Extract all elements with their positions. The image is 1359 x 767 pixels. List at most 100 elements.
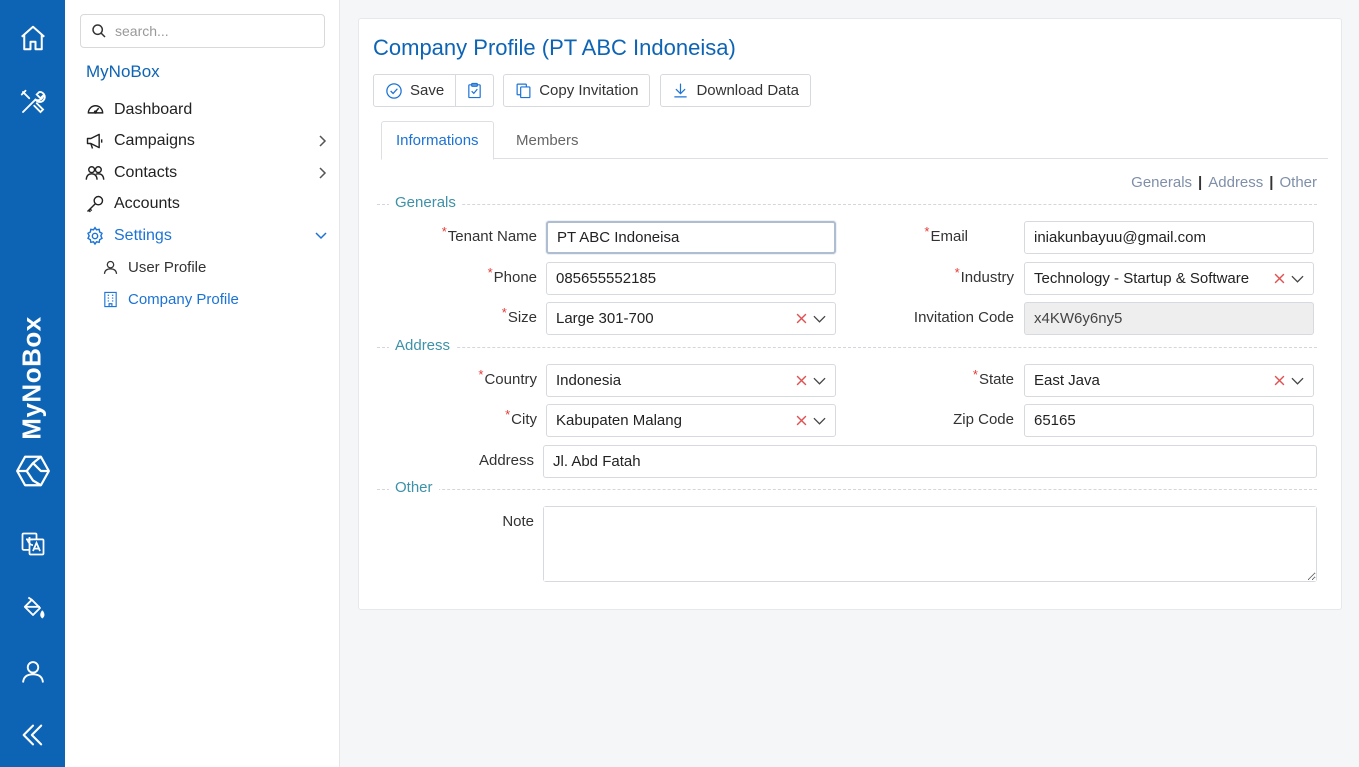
invitation-code-value: x4KW6y6ny5 (1034, 310, 1123, 327)
sidebar-item-label: Accounts (114, 195, 180, 212)
search-input[interactable] (115, 23, 315, 39)
clear-icon[interactable] (1274, 375, 1285, 386)
industry-label: *Industry (954, 265, 1014, 286)
note-textarea[interactable] (544, 507, 1316, 581)
check-circle-icon (386, 82, 402, 99)
sidebar-item-label: Campaigns (114, 132, 195, 149)
state-select[interactable]: East Java (1024, 364, 1314, 397)
tab-bar: Informations Members (381, 121, 1328, 160)
size-select[interactable]: Large 301-700 (546, 302, 836, 335)
search-box[interactable] (80, 14, 325, 48)
sidebar-item-dashboard[interactable]: Dashboard (85, 96, 330, 124)
zip-code-field[interactable] (1024, 404, 1314, 437)
sidebar-app-name: MyNoBox (86, 62, 160, 81)
company-profile-card: Company Profile (PT ABC Indoneisa) Save … (358, 18, 1342, 610)
country-select[interactable]: Indonesia (546, 364, 836, 397)
user-icon[interactable] (14, 653, 52, 691)
dashboard-icon (85, 100, 105, 120)
chevron-down-icon[interactable] (1291, 274, 1304, 284)
sidebar-subitem-user-profile[interactable]: User Profile (101, 254, 321, 280)
copy-invitation-button[interactable]: Copy Invitation (503, 74, 651, 107)
section-other: Other (377, 479, 1317, 499)
sidebar-item-settings[interactable]: Settings (85, 222, 330, 250)
chevron-down-icon[interactable] (813, 416, 826, 426)
clipboard-check-icon (468, 82, 481, 99)
building-icon (101, 290, 119, 308)
megaphone-icon (85, 131, 105, 151)
section-address: Address (377, 337, 1317, 357)
anchor-generals[interactable]: Generals (1131, 174, 1192, 191)
email-field[interactable] (1024, 221, 1314, 254)
home-icon[interactable] (14, 19, 52, 57)
anchor-other[interactable]: Other (1279, 174, 1317, 191)
tenant-name-label: *Tenant Name (441, 224, 537, 245)
gear-icon (85, 226, 105, 246)
search-icon (92, 24, 106, 38)
zip-code-label: Zip Code (953, 411, 1014, 428)
copy-icon (516, 83, 531, 99)
phone-field[interactable] (546, 262, 836, 295)
download-data-button[interactable]: Download Data (660, 74, 811, 107)
sidebar: MyNoBox Dashboard Campaigns Contacts Acc… (65, 0, 340, 767)
clear-icon[interactable] (796, 375, 807, 386)
anchor-address[interactable]: Address (1208, 174, 1263, 191)
country-label: *Country (478, 367, 537, 388)
paint-bucket-icon[interactable] (14, 589, 52, 627)
tab-members[interactable]: Members (502, 121, 593, 159)
tools-icon[interactable] (14, 83, 52, 121)
chevron-right-icon (316, 166, 328, 185)
city-label: *City (505, 407, 537, 428)
tenant-name-input[interactable] (557, 229, 825, 246)
chevron-down-icon[interactable] (1291, 376, 1304, 386)
state-value: East Java (1034, 372, 1100, 389)
phone-input[interactable] (556, 270, 826, 287)
sidebar-item-label: Dashboard (114, 101, 193, 118)
clipboard-button[interactable] (456, 74, 495, 107)
save-button-label: Save (410, 82, 445, 99)
anchor-separator: | (1269, 174, 1274, 191)
sidebar-subitem-company-profile[interactable]: Company Profile (101, 286, 321, 312)
clear-icon[interactable] (796, 415, 807, 426)
sidebar-item-campaigns[interactable]: Campaigns (85, 127, 330, 155)
sidebar-item-contacts[interactable]: Contacts (85, 159, 330, 187)
clear-icon[interactable] (1274, 273, 1285, 284)
note-field[interactable] (543, 506, 1317, 582)
section-title: Other (389, 479, 439, 496)
industry-value: Technology - Startup & Software (1034, 270, 1250, 287)
page-title: Company Profile (PT ABC Indoneisa) (373, 35, 736, 60)
country-value: Indonesia (556, 372, 622, 389)
address-input[interactable] (553, 453, 1307, 470)
sidebar-item-label: Contacts (114, 164, 178, 181)
sidebar-subitem-label: User Profile (128, 258, 207, 276)
user-icon (101, 258, 119, 276)
download-icon (674, 83, 688, 98)
tab-informations[interactable]: Informations (381, 121, 494, 160)
clear-icon[interactable] (796, 313, 807, 324)
anchor-separator: | (1198, 174, 1203, 191)
section-title: Generals (389, 194, 462, 211)
sidebar-item-accounts[interactable]: Accounts (85, 190, 330, 218)
city-value: Kabupaten Malang (556, 412, 682, 429)
size-label: *Size (501, 305, 537, 326)
translate-icon[interactable] (14, 525, 52, 563)
address-label: Address (478, 452, 534, 469)
app-rail: MyNoBox (0, 0, 65, 767)
section-anchors: Generals | Address | Other (1131, 174, 1317, 191)
note-label: Note (502, 513, 534, 530)
chevron-down-icon[interactable] (813, 314, 826, 324)
collapse-icon[interactable] (14, 716, 52, 754)
zip-code-input[interactable] (1034, 412, 1304, 429)
rail-brand-name: MyNoBox (16, 316, 47, 440)
key-icon (85, 194, 105, 214)
tenant-name-field[interactable] (546, 221, 836, 254)
save-button[interactable]: Save (373, 74, 457, 107)
address-field[interactable] (543, 445, 1317, 478)
chevron-down-icon[interactable] (813, 376, 826, 386)
phone-label: *Phone (487, 265, 537, 286)
invitation-code-label: Invitation Code (913, 309, 1014, 326)
section-title: Address (389, 337, 457, 354)
email-input[interactable] (1034, 229, 1304, 246)
city-select[interactable]: Kabupaten Malang (546, 404, 836, 437)
industry-select[interactable]: Technology - Startup & Software (1024, 262, 1314, 295)
chevron-down-icon (314, 229, 328, 247)
